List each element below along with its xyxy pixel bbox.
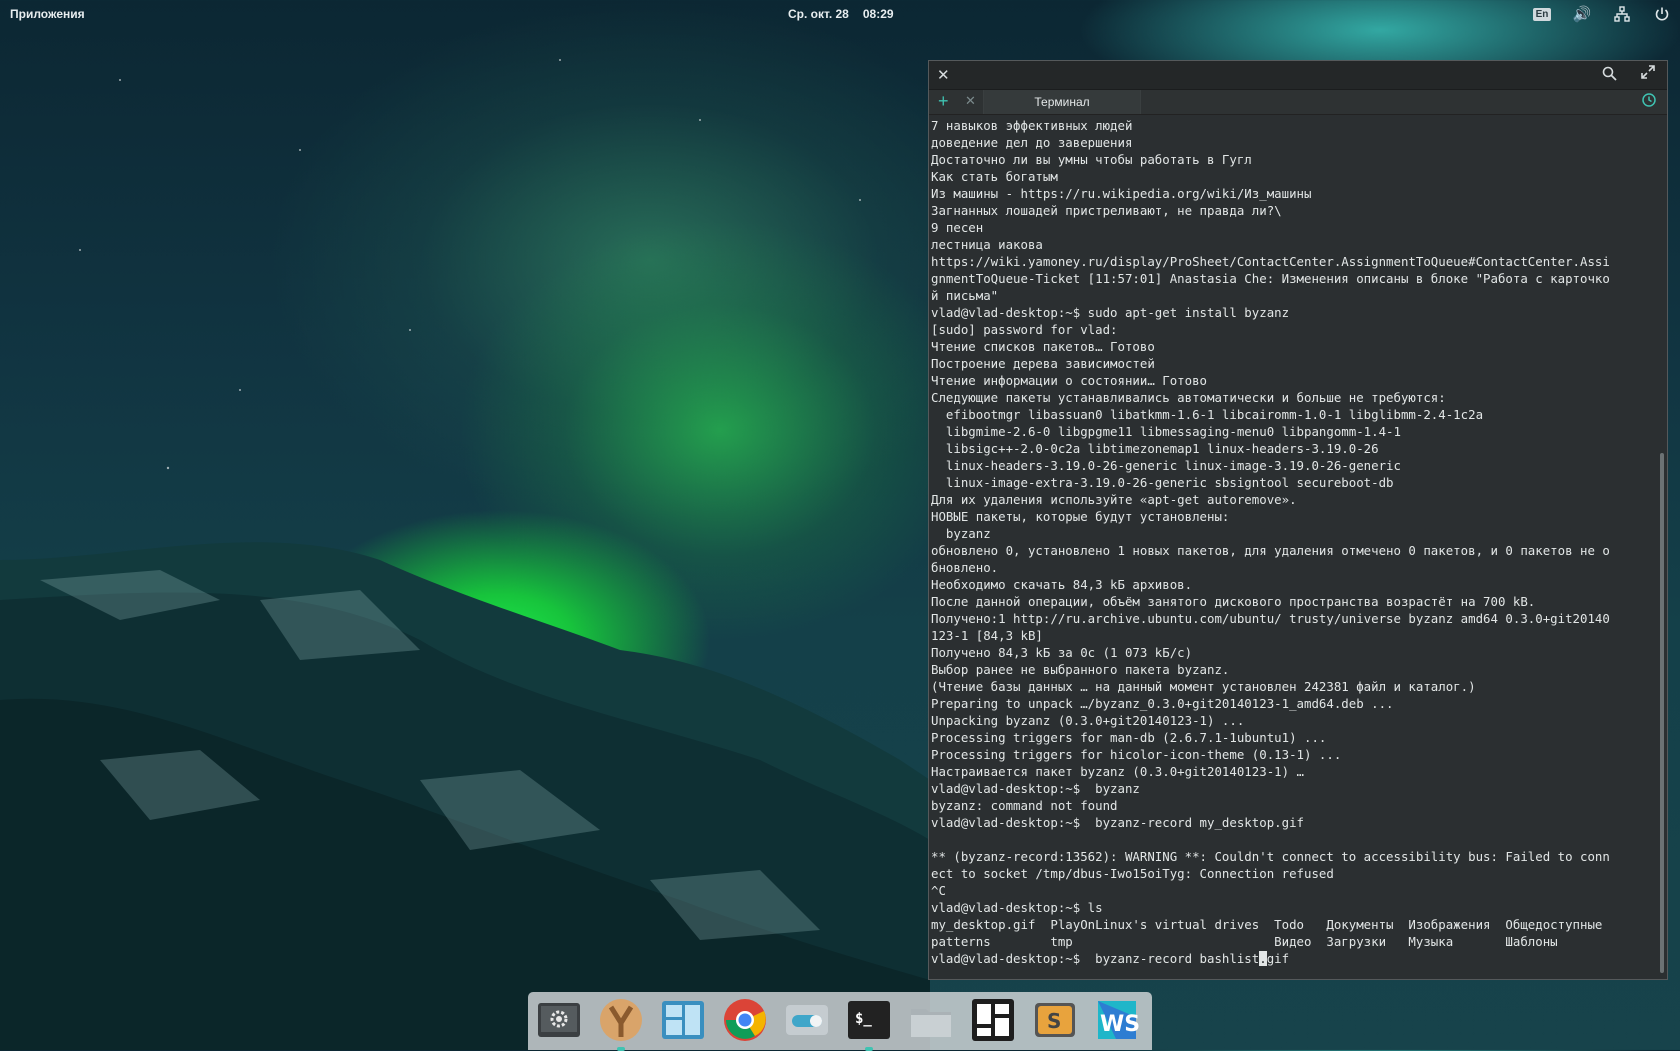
system-tray: En 🔊 bbox=[1532, 5, 1672, 23]
terminal-lines: 7 навыков эффективных людей доведение дел… bbox=[931, 117, 1651, 950]
terminal-line: libgmime-2.6-0 libgpgme11 libmessaging-m… bbox=[931, 424, 1401, 439]
volume-icon[interactable]: 🔊 bbox=[1572, 5, 1592, 23]
terminal-line: byzanz bbox=[931, 526, 991, 541]
terminal-scrollbar[interactable] bbox=[1660, 453, 1664, 973]
power-icon[interactable] bbox=[1652, 5, 1672, 23]
terminal-line: Чтение списков пакетов… Готово bbox=[931, 339, 1155, 354]
terminal-tabbar: + ✕ Терминал bbox=[929, 90, 1667, 115]
keyboard-layout-indicator[interactable]: En bbox=[1532, 5, 1552, 23]
terminal-line: НОВЫЕ пакеты, которые будут установлены: bbox=[931, 509, 1230, 524]
top-panel: Приложения Ср. окт. 28 08:29 En 🔊 bbox=[0, 0, 1680, 28]
new-tab-icon[interactable]: + bbox=[938, 91, 949, 112]
workspaces-icon[interactable] bbox=[658, 995, 708, 1045]
terminal-line: Следующие пакеты устанавливались автомат… bbox=[931, 390, 1446, 405]
terminal-line: 7 навыков эффективных людей bbox=[931, 118, 1133, 133]
terminal-line: Выбор ранее не выбранного пакета byzanz. bbox=[931, 662, 1230, 677]
terminal-line: gnmentToQueue-Ticket [11:57:01] Anastasi… bbox=[931, 271, 1610, 286]
terminal-line: my_desktop.gif PlayOnLinux's virtual dri… bbox=[931, 917, 1603, 932]
prompt-text: vlad@vlad-desktop:~$ byzanz-record bashl… bbox=[931, 951, 1260, 966]
svg-text:$_: $_ bbox=[855, 1011, 872, 1027]
terminal-line: Unpacking byzanz (0.3.0+git20140123-1) .… bbox=[931, 713, 1245, 728]
terminal-line: vlad@vlad-desktop:~$ byzanz bbox=[931, 781, 1140, 796]
terminal-line: ** (byzanz-record:13562): WARNING **: Co… bbox=[931, 849, 1610, 864]
terminal-line: libsigc++-2.0-0c2a libtimezonemap1 linux… bbox=[931, 441, 1379, 456]
yandex-browser-icon[interactable] bbox=[596, 995, 646, 1051]
terminal-line: Получено:1 http://ru.archive.ubuntu.com/… bbox=[931, 611, 1610, 626]
terminal-line: Processing triggers for man-db (2.6.7.1-… bbox=[931, 730, 1327, 745]
terminal-line: Чтение информации о состоянии… Готово bbox=[931, 373, 1208, 388]
terminal-line: Как стать богатым bbox=[931, 169, 1058, 184]
applications-menu[interactable]: Приложения bbox=[10, 7, 85, 21]
terminal-line: Построение дерева зависимостей bbox=[931, 356, 1155, 371]
terminal-line: ^C bbox=[931, 883, 946, 898]
dock-items: $_ S WS bbox=[534, 995, 1142, 1051]
tab-terminal-label: Терминал bbox=[1034, 95, 1090, 109]
terminal-line: й письма" bbox=[931, 288, 999, 303]
history-icon[interactable] bbox=[1641, 92, 1657, 113]
clock-date: Ср. окт. 28 bbox=[788, 7, 849, 21]
clock[interactable]: Ср. окт. 28 08:29 bbox=[788, 7, 908, 21]
terminal-line: ect to socket /tmp/dbus-Iwo15oiTyg: Conn… bbox=[931, 866, 1334, 881]
chrome-icon[interactable] bbox=[720, 995, 770, 1045]
clock-time: 08:29 bbox=[862, 7, 894, 21]
terminal-line: https://wiki.yamoney.ru/display/ProSheet… bbox=[931, 254, 1610, 269]
active-indicator bbox=[865, 1047, 873, 1051]
close-icon[interactable]: ✕ bbox=[937, 66, 950, 84]
terminal-line: (Чтение базы данных … на данный момент у… bbox=[931, 679, 1476, 694]
terminal-line: Достаточно ли вы умны чтобы работать в Г… bbox=[931, 152, 1252, 167]
terminal-line: Для их удаления используйте «apt-get aut… bbox=[931, 492, 1297, 507]
active-indicator bbox=[617, 1047, 625, 1051]
terminal-line: Processing triggers for hicolor-icon-the… bbox=[931, 747, 1342, 762]
terminal-line: vlad@vlad-desktop:~$ sudo apt-get instal… bbox=[931, 305, 1290, 320]
search-icon[interactable] bbox=[1602, 66, 1617, 84]
svg-text:S: S bbox=[1047, 1009, 1061, 1033]
text-cursor: . bbox=[1259, 951, 1267, 966]
tab-close-icon[interactable]: ✕ bbox=[965, 93, 976, 109]
terminal-line: Из машины - https://ru.wikipedia.org/wik… bbox=[931, 186, 1312, 201]
webstorm-icon[interactable]: WS bbox=[1092, 995, 1142, 1045]
prompt-text-after-cursor: gif bbox=[1266, 951, 1290, 966]
switchboard-icon[interactable] bbox=[782, 995, 832, 1045]
terminal-app-icon[interactable]: $_ bbox=[844, 995, 894, 1051]
sublime-text-icon[interactable]: S bbox=[1030, 995, 1080, 1045]
terminal-line: Загнанных лошадей пристреливают, не прав… bbox=[931, 203, 1282, 218]
terminal-titlebar[interactable]: ✕ bbox=[929, 61, 1667, 90]
terminal-line: доведение дел до завершения bbox=[931, 135, 1133, 150]
terminal-line: efibootmgr libassuan0 libatkmm-1.6-1 lib… bbox=[931, 407, 1484, 422]
terminal-line: бновлено. bbox=[931, 560, 999, 575]
terminal-line: 123-1 [84,3 kB] bbox=[931, 628, 1043, 643]
terminal-line: обновлено 0, установлено 1 новых пакетов… bbox=[931, 543, 1610, 558]
terminal-line: vlad@vlad-desktop:~$ ls bbox=[931, 900, 1103, 915]
terminal-line: [sudo] password for vlad: bbox=[931, 322, 1118, 337]
terminal-line: Необходимо скачать 84,3 kБ архивов. bbox=[931, 577, 1193, 592]
maximize-icon[interactable] bbox=[1641, 65, 1655, 82]
terminal-line: Preparing to unpack …/byzanz_0.3.0+git20… bbox=[931, 696, 1394, 711]
terminal-line: linux-headers-3.19.0-26-generic linux-im… bbox=[931, 458, 1401, 473]
terminal-line: лестница иакова bbox=[931, 237, 1043, 252]
terminal-line: 9 песен bbox=[931, 220, 984, 235]
settings-app-icon[interactable] bbox=[534, 995, 584, 1045]
terminal-line: Получено 84,3 kБ за 0с (1 073 kБ/c) bbox=[931, 645, 1193, 660]
terminal-line: После данной операции, объём занятого ди… bbox=[931, 594, 1536, 609]
files-icon[interactable] bbox=[906, 995, 956, 1045]
keyboard-layout-label: En bbox=[1532, 7, 1552, 21]
terminal-window[interactable]: ✕ + ✕ Терминал 7 навыков эффективных люд… bbox=[928, 60, 1668, 980]
terminal-line: linux-image-extra-3.19.0-26-generic sbsi… bbox=[931, 475, 1394, 490]
terminal-line: patterns tmp Видео Загрузки Музыка Шабло… bbox=[931, 934, 1558, 949]
terminal-line: vlad@vlad-desktop:~$ byzanz-record my_de… bbox=[931, 815, 1304, 830]
terminal-prompt-line[interactable]: vlad@vlad-desktop:~$ byzanz-record bashl… bbox=[931, 950, 1651, 967]
terminal-line: byzanz: command not found bbox=[931, 798, 1118, 813]
svg-text:WS: WS bbox=[1100, 1012, 1140, 1037]
network-icon[interactable] bbox=[1612, 5, 1632, 23]
terminal-output[interactable]: 7 навыков эффективных людей доведение дел… bbox=[931, 115, 1651, 975]
tab-terminal[interactable]: Терминал bbox=[983, 90, 1141, 114]
multitasking-icon[interactable] bbox=[968, 995, 1018, 1045]
terminal-line: Настраивается пакет byzanz (0.3.0+git201… bbox=[931, 764, 1304, 779]
